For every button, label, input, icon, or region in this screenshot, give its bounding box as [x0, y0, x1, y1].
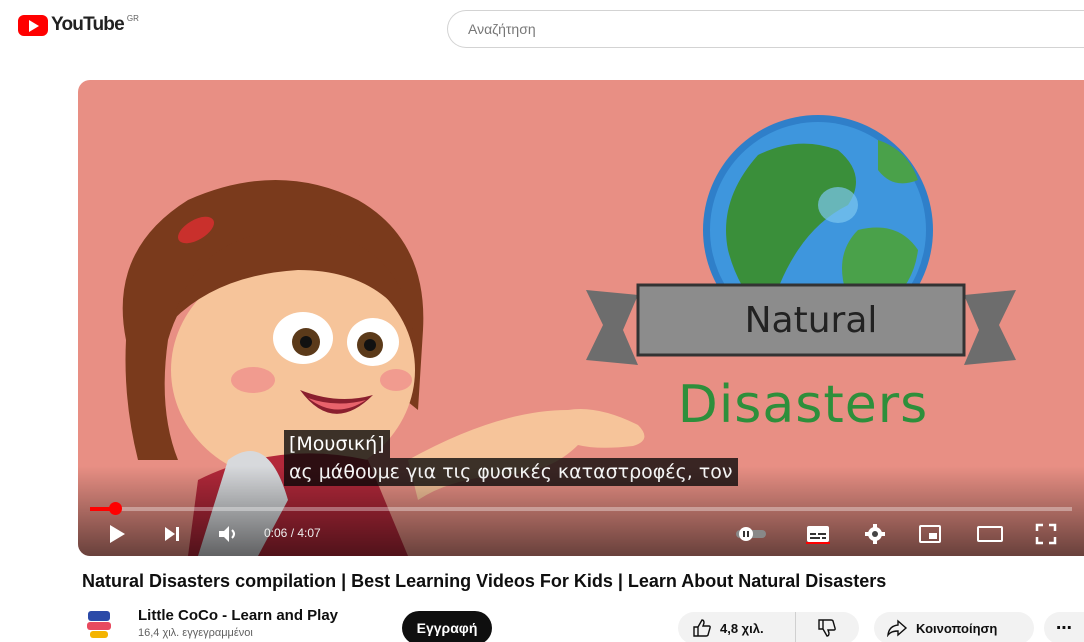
- theater-icon: [977, 526, 1003, 542]
- subtitles-button[interactable]: [800, 520, 836, 548]
- channel-avatar[interactable]: [82, 607, 116, 641]
- miniplayer-icon: [919, 525, 941, 543]
- dislike-button[interactable]: [796, 612, 858, 642]
- theater-mode-button[interactable]: [970, 520, 1010, 548]
- like-count: 4,8 χιλ.: [720, 620, 764, 636]
- like-dislike-group: 4,8 χιλ.: [678, 612, 859, 642]
- next-button[interactable]: [156, 520, 188, 548]
- video-player[interactable]: Natural Disasters [Μουσική] ας μάθουμε γ…: [78, 80, 1084, 556]
- scrubber-handle[interactable]: [108, 502, 122, 515]
- settings-icon: [865, 524, 885, 544]
- like-button[interactable]: 4,8 χιλ.: [678, 612, 796, 642]
- share-button[interactable]: Κοινοποίηση: [874, 612, 1034, 642]
- fullscreen-icon: [1035, 523, 1057, 545]
- time-display: 0:06 / 4:07: [264, 526, 321, 540]
- autoplay-toggle[interactable]: [730, 520, 774, 548]
- thumbnail-title-line1: Natural: [744, 300, 878, 341]
- next-icon: [165, 527, 179, 541]
- thumbs-down-icon: [818, 619, 836, 637]
- youtube-logo[interactable]: YouTube GR: [18, 14, 139, 36]
- subscribe-button[interactable]: Εγγραφή: [402, 611, 492, 642]
- search-box[interactable]: [447, 10, 1084, 48]
- share-icon: [887, 619, 908, 637]
- region-code: GR: [126, 13, 139, 23]
- caption-line-1: [Μουσική]: [284, 430, 390, 458]
- logo-text: YouTube: [51, 14, 125, 35]
- channel-name[interactable]: Little CoCo - Learn and Play: [138, 607, 338, 624]
- volume-button[interactable]: [212, 520, 246, 548]
- play-button[interactable]: [100, 520, 134, 548]
- subscriber-count: 16,4 χιλ. εγγεγραμμένοι: [138, 627, 253, 639]
- more-icon: ⋯: [1056, 620, 1072, 637]
- subtitles-icon: [806, 526, 830, 544]
- video-title: Natural Disasters compilation | Best Lea…: [82, 571, 887, 591]
- masthead: YouTube GR: [0, 0, 1084, 62]
- fullscreen-button[interactable]: [1028, 520, 1064, 548]
- miniplayer-button[interactable]: [912, 520, 948, 548]
- more-actions-button[interactable]: ⋯: [1044, 612, 1084, 642]
- settings-button[interactable]: [858, 520, 892, 548]
- autoplay-toggle-icon: [736, 527, 766, 541]
- search-input[interactable]: [468, 21, 1084, 37]
- youtube-play-icon: [18, 14, 48, 36]
- channel-logo-icon: [87, 611, 111, 638]
- progress-bar[interactable]: [90, 502, 1072, 515]
- play-icon: [110, 525, 125, 543]
- share-label: Κοινοποίηση: [916, 620, 998, 636]
- volume-icon: [219, 526, 235, 542]
- thumbnail-title-line2: Disasters: [677, 375, 929, 435]
- thumbs-up-icon: [693, 619, 711, 637]
